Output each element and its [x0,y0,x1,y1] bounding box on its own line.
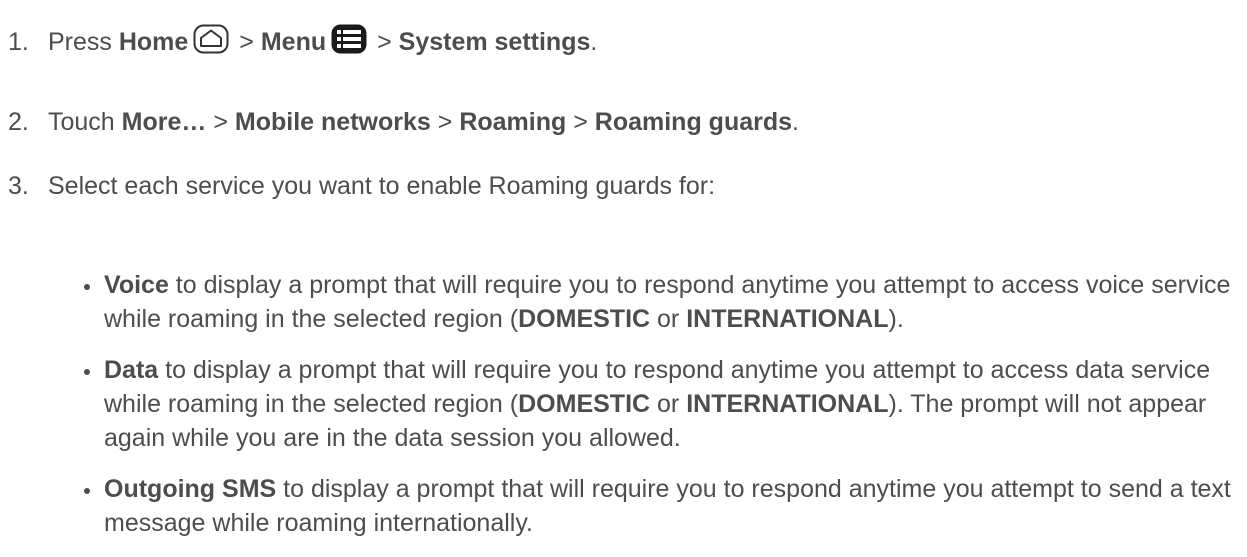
system-settings-label: System settings [398,28,591,56]
step-1: 1. Press Home > Menu > System settings. [8,24,1237,63]
step-text: Press [48,28,112,56]
separator: > [377,28,392,56]
separator: > [213,108,228,136]
step-text: Touch [48,108,115,136]
menu-label: Menu [260,28,327,56]
punctuation: . [792,108,799,136]
separator: > [239,28,254,56]
term-voice: Voice [104,271,169,299]
roaming-guards-label: Roaming guards [594,108,793,136]
region-domestic: DOMESTIC [518,390,651,418]
more-label: More… [121,108,207,136]
service-list: Voice to display a prompt that will requ… [82,268,1237,557]
region-international: INTERNATIONAL [686,305,889,333]
step-text: Select each service you want to enable R… [48,172,716,200]
punctuation: . [590,28,598,56]
term-data: Data [104,356,159,384]
list-item-data: Data to display a prompt that will requi… [82,353,1237,455]
instruction-page: 1. Press Home > Menu > System settings. 2… [0,0,1247,537]
item-text: or [650,305,687,333]
separator: > [437,108,453,136]
term-outgoing-sms: Outgoing SMS [104,475,277,503]
item-text: or [650,390,687,418]
home-label: Home [118,28,189,56]
list-item-voice: Voice to display a prompt that will requ… [82,268,1237,336]
step-3: 3. Select each service you want to enable… [8,169,1237,203]
region-international: INTERNATIONAL [686,390,889,418]
mobile-networks-label: Mobile networks [234,108,431,136]
separator: > [573,108,588,136]
menu-key-icon [331,24,367,63]
list-item-outgoing-sms: Outgoing SMS to display a prompt that wi… [82,472,1237,540]
roaming-label: Roaming [459,108,567,136]
step-number: 2. [8,108,29,136]
step-2: 2. Touch More… > Mobile networks > Roamin… [8,105,1237,139]
region-domestic: DOMESTIC [518,305,651,333]
step-number: 3. [8,172,29,200]
item-text: ). [888,305,904,333]
home-key-icon [193,24,229,63]
step-number: 1. [8,28,29,56]
